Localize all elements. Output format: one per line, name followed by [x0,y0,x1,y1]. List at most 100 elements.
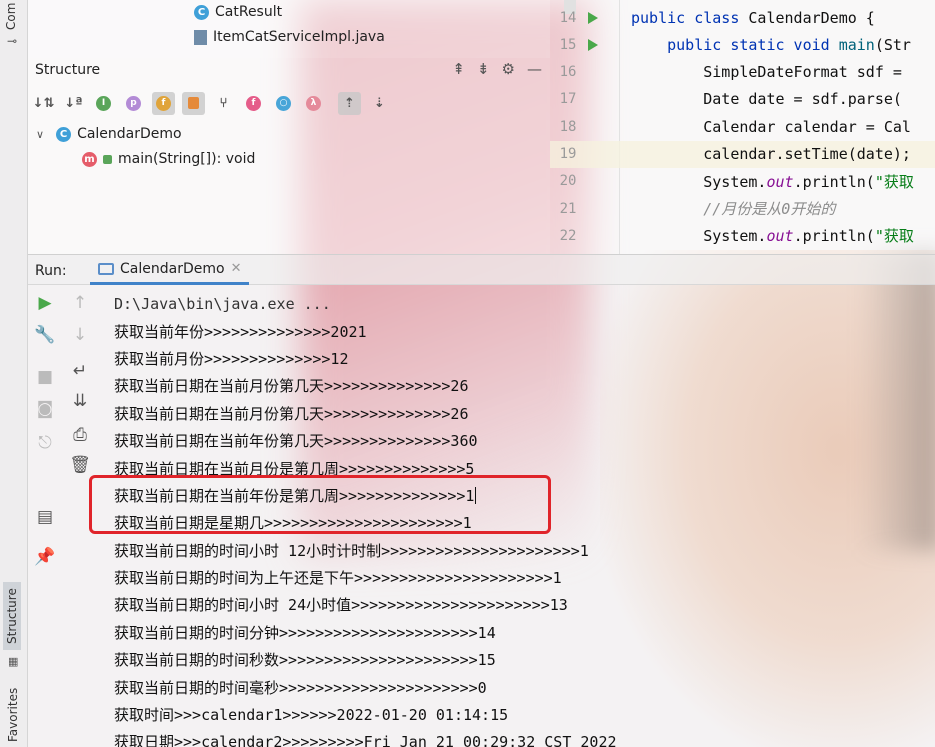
console-command-line: D:\Java\bin\java.exe ... [114,290,934,317]
code-line[interactable]: 22 System.out.println("获取 [550,222,935,249]
print-icon[interactable]: ⎙ [68,425,92,445]
line-number[interactable]: 14 [550,10,586,26]
line-number[interactable]: 18 [550,119,586,135]
exit-icon[interactable]: ⎋ [33,433,57,453]
run-gutter-icon[interactable] [588,11,598,24]
code-line[interactable]: 18 Calendar calendar = Cal [550,113,935,140]
soft-wrap-icon[interactable]: ↵ [68,361,92,381]
line-number[interactable]: 17 [550,91,586,107]
up-arrow-icon[interactable]: ↑ [68,293,92,313]
code-token: SimpleDateFormat sdf = [631,63,911,82]
pin-icon[interactable]: 📌 [33,547,57,567]
commit-tool-label[interactable]: Com [4,3,18,30]
commit-icon[interactable]: ⊸ [7,34,17,48]
console-line: 获取当前年份>>>>>>>>>>>>>>2021 [114,317,934,344]
show-non-public-icon[interactable] [182,91,205,115]
down-arrow-icon[interactable]: ↓ [68,325,92,345]
code-token: Date date = sdf.parse( [631,90,902,109]
line-number[interactable]: 21 [550,201,586,217]
public-icon [103,154,112,164]
structure-method-item[interactable]: m main(String[]): void [82,151,255,167]
close-icon[interactable]: ✕ [231,261,242,276]
run-config-icon [98,262,114,275]
structure-root-item[interactable]: ∨ C CalendarDemo [36,126,182,142]
line-number[interactable]: 19 [550,146,586,162]
line-number[interactable]: 20 [550,173,586,189]
autoscroll-from-source-icon[interactable]: ⇣ [368,92,391,115]
run-tab-calendardemo[interactable]: CalendarDemo ✕ [90,255,250,285]
console-text: 获取当前日期的时间为上午还是下午>>>>>>>>>>>>>>>>>>>>>>1 [114,569,562,588]
console-output[interactable]: D:\Java\bin\java.exe ... 获取当前年份>>>>>>>>>>… [114,290,934,747]
code-line[interactable]: 20 System.out.println("获取 [550,168,935,195]
code-token: System. [631,227,767,246]
show-fields-icon[interactable]: f [152,91,175,115]
console-text: 获取当前日期的时间小时 12小时计时制>>>>>>>>>>>>>>>>>>>>>… [114,541,589,560]
code-token: //月份是从0开始的 [631,200,836,219]
console-line: 获取当前日期在当前年份是第几周>>>>>>>>>>>>>>1 [114,482,934,509]
show-anonymous-icon[interactable]: ⑂ [212,92,235,115]
trash-icon[interactable]: 🗑 [68,455,92,475]
code-text: //月份是从0开始的 [631,198,835,219]
tree-item[interactable]: ItemCatServiceImpl.java [194,29,385,45]
console-line: 获取当前日期在当前月份第几天>>>>>>>>>>>>>>26 [114,400,934,427]
code-line[interactable]: 14 public class CalendarDemo { [550,4,935,31]
code-editor[interactable]: 14 public class CalendarDemo {15 public s… [550,0,935,254]
code-line[interactable]: 15 public static void main(Str [550,31,935,58]
line-number[interactable]: 22 [550,228,586,244]
code-line[interactable]: 17 Date date = sdf.parse( [550,86,935,113]
code-line[interactable]: 19 calendar.setTime(date); [550,140,935,168]
sort-by-visibility-icon[interactable]: ↓⇅ [32,92,55,115]
show-inherited-icon[interactable]: I [92,92,115,115]
code-text: System.out.println("获取 [631,171,914,192]
code-token: .println( [793,227,875,246]
console-line: 获取当前日期的时间小时 12小时计时制>>>>>>>>>>>>>>>>>>>>>… [114,537,934,564]
show-properties-icon[interactable]: p [122,92,145,115]
run-gutter-icon[interactable] [588,38,598,51]
stop-icon[interactable]: ■ [33,367,57,387]
structure-title: Structure [35,62,101,78]
method-icon: m [82,151,97,167]
project-tree: C CatResult ItemCatServiceImpl.java [28,0,576,58]
code-token: main [838,35,875,54]
expand-all-icon[interactable]: ⇞ [452,60,465,78]
code-token: calendar.setTime(date); [631,145,911,163]
autoscroll-to-source-icon[interactable]: ⇡ [338,91,361,115]
class-icon: C [194,4,209,20]
console-text: 获取当前日期是星期几>>>>>>>>>>>>>>>>>>>>>>1 [114,514,472,533]
left-tool-strip: Com ⊸ Structure ▦ Favorites [0,0,28,747]
structure-tool-label[interactable]: Structure [3,582,21,650]
code-text: Calendar calendar = Cal [631,118,911,136]
sort-alphabetically-icon[interactable]: ↓ª [62,92,85,115]
show-inner-icon[interactable]: ○ [272,92,295,115]
console-line: 获取当前日期的时间为上午还是下午>>>>>>>>>>>>>>>>>>>>>>1 [114,564,934,591]
console-line: 获取当前日期的时间分钟>>>>>>>>>>>>>>>>>>>>>>14 [114,619,934,646]
console-text: 获取当前月份>>>>>>>>>>>>>>12 [114,349,349,368]
camera-icon[interactable]: ◙ [33,399,57,419]
console-line: 获取当前日期的时间小时 24小时值>>>>>>>>>>>>>>>>>>>>>>1… [114,591,934,618]
collapse-all-icon[interactable]: ⇟ [477,60,490,78]
line-number[interactable]: 15 [550,37,586,53]
show-lambda-icon[interactable]: λ [302,92,325,115]
gear-icon[interactable]: ⚙ [502,60,515,78]
console-text: 获取当前日期在当前月份是第几周>>>>>>>>>>>>>>5 [114,459,475,478]
wrench-icon[interactable]: 🔧 [33,325,57,345]
structure-header-tools: ⇞ ⇟ ⚙ — [452,60,542,78]
layout-icon[interactable]: ▤ [33,507,57,527]
tree-item[interactable]: C CatResult [194,4,282,20]
code-line[interactable]: 21 //月份是从0开始的 [550,195,935,222]
run-panel-header: Run: CalendarDemo ✕ [28,254,935,285]
code-line[interactable]: 16 SimpleDateFormat sdf = [550,59,935,86]
code-text: Date date = sdf.parse( [631,90,902,108]
console-text: 获取时间>>>calendar1>>>>>>2022-01-20 01:14:1… [114,706,509,725]
structure-tool-icon[interactable]: ▦ [8,655,18,668]
scroll-to-end-icon[interactable]: ⇊ [68,391,92,411]
code-token: (Str [874,35,911,54]
chevron-down-icon[interactable]: ∨ [36,128,44,141]
rerun-icon[interactable]: ▶ [33,293,57,313]
minimize-icon[interactable]: — [527,60,542,78]
console-text: 获取日期>>>calendar2>>>>>>>>>Fri Jan 21 00:2… [114,733,617,747]
line-number[interactable]: 16 [550,64,586,80]
favorites-tool-label[interactable]: Favorites [6,688,20,742]
show-lambdas-icon[interactable]: f [242,92,265,115]
text-cursor [475,486,477,504]
